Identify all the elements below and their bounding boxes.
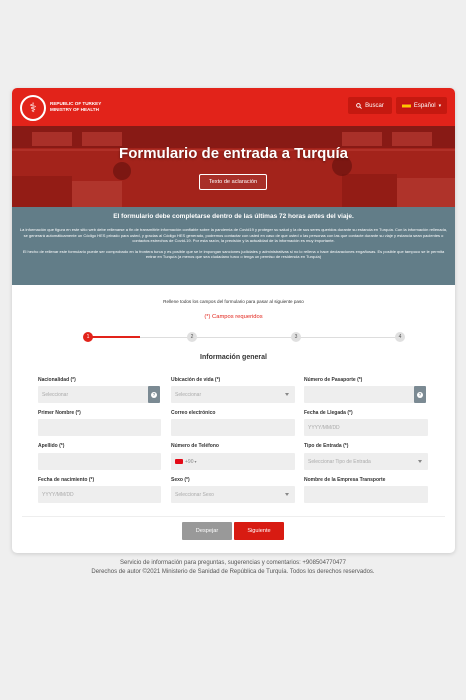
chevron-down-icon: ▾ (194, 459, 197, 464)
last-name-input[interactable] (38, 453, 161, 470)
residence-label: Ubicación de vida (*) (171, 377, 221, 383)
form-card: ⚕ REPUBLIC OF TURKEY MINISTRY OF HEALTH … (12, 88, 455, 553)
sex-select[interactable]: Seleccionar Sexo (171, 486, 295, 503)
search-label: Buscar (365, 102, 384, 109)
passport-help-button[interactable]: ? (414, 386, 426, 403)
info-paragraph-1: La información que figura en este sitio … (19, 227, 448, 244)
arrival-date-placeholder: YYYY/MM/DD (308, 424, 340, 431)
first-name-label: Primer Nombre (*) (38, 410, 81, 416)
question-icon: ? (151, 391, 157, 398)
arrival-date-input[interactable]: YYYY/MM/DD (304, 419, 428, 436)
search-button[interactable]: Buscar (348, 97, 392, 114)
info-title: El formulario debe completarse dentro de… (113, 213, 354, 220)
step-2[interactable]: 2 (187, 332, 197, 342)
phone-input[interactable]: +90 ▾ (171, 453, 295, 470)
residence-placeholder: Seleccionar (175, 391, 202, 398)
info-paragraph-2: El hecho de rellenar este formulario pue… (22, 248, 445, 260)
step-4[interactable]: 4 (395, 332, 405, 342)
section-title: Información general (200, 354, 267, 361)
organization-name: REPUBLIC OF TURKEY MINISTRY OF HEALTH (50, 101, 101, 112)
sex-label: Sexo (*) (171, 477, 190, 483)
clarification-text-button[interactable]: Texto de aclaración (199, 174, 267, 190)
nationality-help-button[interactable]: ? (148, 386, 160, 403)
transport-company-label: Nombre de la Empresa Transporte (304, 477, 386, 483)
info-panel: El formulario debe completarse dentro de… (12, 207, 455, 285)
next-button[interactable]: Siguiente (234, 522, 284, 540)
footer-copyright: Derechos de autor ©2021 Ministerio de Sa… (91, 569, 375, 575)
birth-date-placeholder: YYYY/MM/DD (42, 491, 74, 498)
transport-company-input[interactable] (304, 486, 428, 503)
org-line-1: REPUBLIC OF TURKEY (50, 101, 102, 106)
nationality-select[interactable]: Seleccionar (38, 386, 158, 403)
email-label: Correo electrónico (171, 410, 216, 416)
form-instructions: Rellene todos los campos del formulario … (163, 299, 304, 304)
chevron-down-icon (418, 460, 422, 463)
form-body: Rellene todos los campos del formulario … (12, 299, 455, 361)
passport-label: Número de Pasaporte (*) (304, 377, 363, 383)
step-track-active (88, 336, 140, 338)
chevron-down-icon (285, 493, 289, 496)
page-footer: Servicio de información para preguntas, … (0, 559, 466, 577)
language-selector[interactable]: Español ▾ (396, 97, 447, 114)
footer-contact: Servicio de información para preguntas, … (120, 560, 346, 566)
last-name-label: Apellido (*) (38, 443, 65, 449)
search-icon (356, 102, 363, 109)
entry-type-placeholder: Seleccionar Tipo de Entrada (308, 458, 371, 465)
phone-prefix: +90 (185, 458, 194, 465)
required-fields-note: (*) Campos requeridos (204, 314, 263, 320)
step-3[interactable]: 3 (291, 332, 301, 342)
entry-type-label: Tipo de Entrada (*) (304, 443, 349, 449)
language-label: Español (413, 102, 436, 109)
turkey-flag-icon (175, 459, 183, 464)
org-line-2: MINISTRY OF HEALTH (50, 106, 99, 112)
phone-label: Número de Teléfono (171, 443, 219, 449)
hero-background-image (12, 126, 455, 207)
birth-date-label: Fecha de nacimiento (*) (38, 477, 95, 483)
form-divider (22, 516, 445, 517)
spain-flag-icon (401, 102, 411, 109)
step-progress: 1 2 3 4 (22, 328, 445, 348)
first-name-input[interactable] (38, 419, 161, 436)
step-1[interactable]: 1 (83, 332, 93, 342)
chevron-down-icon: ▾ (438, 102, 442, 109)
residence-select[interactable]: Seleccionar (171, 386, 295, 403)
chevron-down-icon (285, 393, 289, 396)
question-icon: ? (417, 391, 423, 398)
hero-banner: Formulario de entrada a Turquía Texto de… (12, 126, 455, 207)
arrival-date-label: Fecha de Llegada (*) (304, 410, 353, 416)
passport-input[interactable] (304, 386, 414, 403)
sex-placeholder: Seleccionar Sexo (175, 491, 214, 498)
clear-button[interactable]: Despejar (182, 522, 232, 540)
birth-date-input[interactable]: YYYY/MM/DD (38, 486, 161, 503)
nationality-label: Nacionalidad (*) (38, 377, 76, 383)
entry-type-select[interactable]: Seleccionar Tipo de Entrada (304, 453, 428, 470)
hero-title: Formulario de entrada a Turquía (119, 145, 348, 162)
email-input[interactable] (171, 419, 295, 436)
nationality-placeholder: Seleccionar (42, 391, 69, 398)
top-bar: ⚕ REPUBLIC OF TURKEY MINISTRY OF HEALTH … (12, 88, 455, 126)
ministry-logo-icon: ⚕ (20, 95, 46, 121)
